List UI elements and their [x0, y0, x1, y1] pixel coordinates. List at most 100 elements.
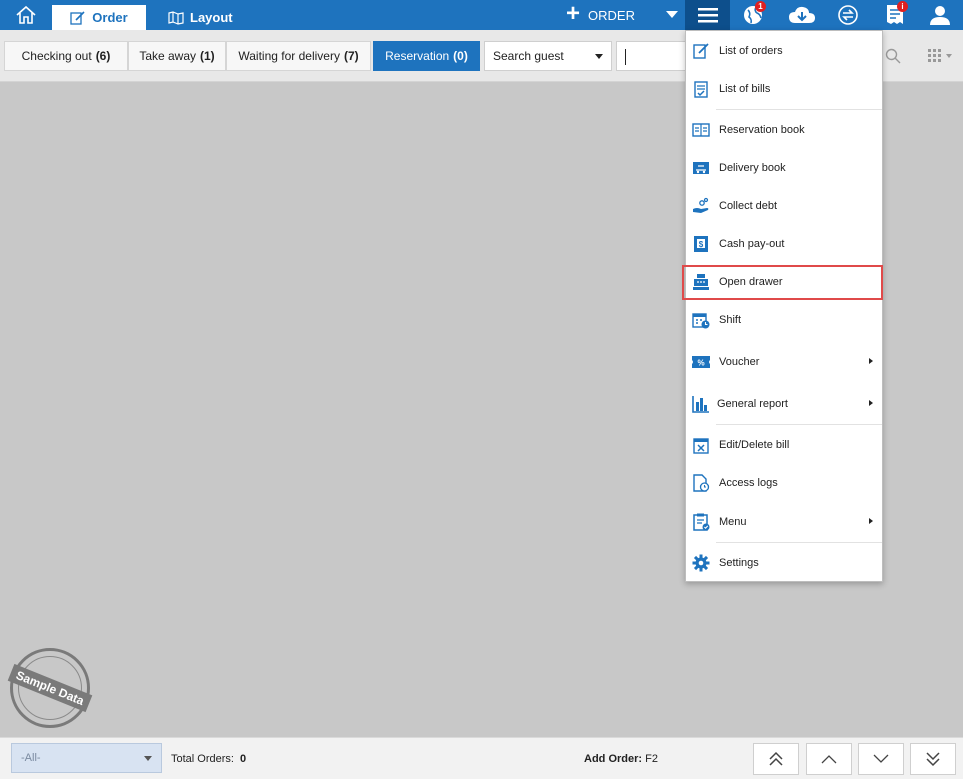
globe-badge: 1 — [755, 1, 766, 12]
scroll-down-button[interactable] — [858, 743, 904, 775]
home-button[interactable] — [0, 0, 52, 30]
edit-icon — [693, 43, 709, 59]
filter-label: Reservation — [385, 49, 450, 63]
menu-item-label: General report — [717, 398, 788, 410]
filter-count: (0) — [453, 49, 468, 63]
account-button[interactable] — [920, 0, 960, 30]
top-bar: Order Layout + ORDER 1 i — [0, 0, 963, 30]
caret-down-icon — [666, 11, 678, 18]
menu-item-label: Collect debt — [719, 200, 778, 212]
calendar-x-icon — [693, 438, 709, 454]
menu-item-label: Settings — [719, 557, 759, 569]
menu-item-menu[interactable]: Menu — [686, 504, 882, 540]
menu-item-list-of-bills[interactable]: List of bills — [686, 71, 882, 107]
home-icon — [16, 5, 36, 24]
text-cursor — [625, 49, 626, 65]
menu-item-label: List of orders — [719, 45, 783, 57]
submenu-arrow-icon — [869, 358, 873, 364]
bottom-bar: -All- Total Orders: 0 Add Order: F2 — [0, 737, 963, 779]
tab-layout[interactable]: Layout — [160, 5, 250, 30]
scroll-bottom-button[interactable] — [910, 743, 956, 775]
total-orders-label: Total Orders: — [171, 753, 234, 765]
menu-item-label: Voucher — [719, 356, 760, 368]
bar-chart-icon — [692, 396, 709, 413]
globe-button[interactable]: 1 — [733, 0, 773, 30]
book-icon — [692, 123, 710, 137]
menu-divider — [716, 542, 882, 543]
menu-item-collect-debt[interactable]: Collect debt — [686, 188, 882, 224]
order-filter-select[interactable]: -All- — [11, 743, 162, 773]
hamburger-icon — [697, 8, 718, 23]
grid-icon — [928, 49, 941, 62]
menu-item-label: Menu — [719, 516, 747, 528]
menu-item-reservation-book[interactable]: Reservation book — [686, 112, 882, 148]
view-grid-button[interactable] — [917, 41, 963, 71]
cash-icon: $ — [694, 236, 708, 252]
add-order-button[interactable]: + ORDER — [566, 0, 635, 30]
filter-take-away[interactable]: Take away (1) — [128, 41, 226, 71]
submenu-arrow-icon — [869, 400, 873, 406]
menu-item-label: Shift — [719, 314, 742, 326]
menu-item-label: Cash pay-out — [719, 238, 785, 250]
menu-item-shift[interactable]: Shift — [686, 302, 882, 338]
menu-item-label: List of bills — [719, 83, 771, 95]
menu-item-general-report[interactable]: General report — [686, 386, 882, 422]
menu-divider — [716, 109, 882, 110]
coins-hand-icon — [693, 197, 709, 213]
filter-checking-out[interactable]: Checking out (6) — [4, 41, 128, 71]
bill-icon — [694, 81, 708, 98]
submenu-arrow-icon — [869, 518, 873, 524]
menu-item-label: Access logs — [719, 477, 778, 489]
menu-item-voucher[interactable]: % Voucher — [686, 344, 882, 380]
filter-label: Checking out — [21, 49, 92, 63]
voucher-icon: % — [692, 356, 710, 368]
add-order-label: ORDER — [588, 7, 635, 23]
svg-text:$: $ — [699, 240, 704, 249]
sync-button[interactable] — [828, 0, 868, 30]
sample-data-label: Sample Data — [7, 663, 93, 713]
plus-icon: + — [566, 0, 581, 27]
caret-down-icon — [144, 755, 152, 761]
delivery-icon — [693, 162, 709, 174]
scroll-top-button[interactable] — [753, 743, 799, 775]
add-order-hint-key: F2 — [645, 753, 658, 765]
chevron-down-icon — [873, 754, 889, 763]
filter-label: Waiting for delivery — [238, 49, 340, 63]
add-order-shortcut: Add Order: F2 — [584, 753, 658, 765]
caret-down-icon — [946, 54, 952, 58]
document-clock-icon — [693, 474, 710, 492]
svg-text:%: % — [697, 359, 704, 368]
hamburger-menu-button[interactable] — [685, 0, 730, 30]
clipboard-check-icon — [693, 513, 710, 531]
menu-item-access-logs[interactable]: Access logs — [686, 465, 882, 501]
filter-count: (1) — [200, 49, 215, 63]
menu-item-list-of-orders[interactable]: List of orders — [686, 33, 882, 69]
double-chevron-down-icon — [926, 752, 940, 767]
menu-item-settings[interactable]: Settings — [686, 545, 882, 581]
download-button[interactable] — [782, 0, 822, 30]
receipt-button[interactable]: i — [875, 0, 915, 30]
search-guest-select[interactable]: Search guest — [484, 41, 612, 71]
tab-order-label: Order — [92, 10, 128, 25]
filter-reservation[interactable]: Reservation (0) — [373, 41, 480, 71]
highlight-box — [682, 265, 883, 300]
menu-item-cash-pay-out[interactable]: $ Cash pay-out — [686, 226, 882, 262]
map-icon — [168, 10, 184, 25]
menu-item-label: Edit/Delete bill — [719, 439, 790, 451]
receipt-badge: i — [897, 1, 908, 12]
sample-data-stamp: Sample Data — [7, 648, 93, 728]
order-filter-value: -All- — [21, 752, 41, 764]
cloud-download-icon — [789, 6, 815, 23]
menu-item-delivery-book[interactable]: Delivery book — [686, 150, 882, 186]
filter-waiting-for-delivery[interactable]: Waiting for delivery (7) — [226, 41, 371, 71]
filter-label: Take away — [139, 49, 197, 63]
add-order-hint-label: Add Order: — [584, 753, 643, 765]
order-dropdown-toggle[interactable] — [660, 0, 684, 30]
tab-order[interactable]: Order — [52, 5, 146, 30]
double-chevron-up-icon — [769, 751, 783, 766]
search-input[interactable] — [616, 41, 686, 71]
main-menu-dropdown: List of orders List of bills Reservation… — [685, 30, 883, 582]
scroll-up-button[interactable] — [806, 743, 852, 775]
menu-item-edit-delete-bill[interactable]: Edit/Delete bill — [686, 427, 882, 463]
caret-down-icon — [595, 53, 603, 59]
